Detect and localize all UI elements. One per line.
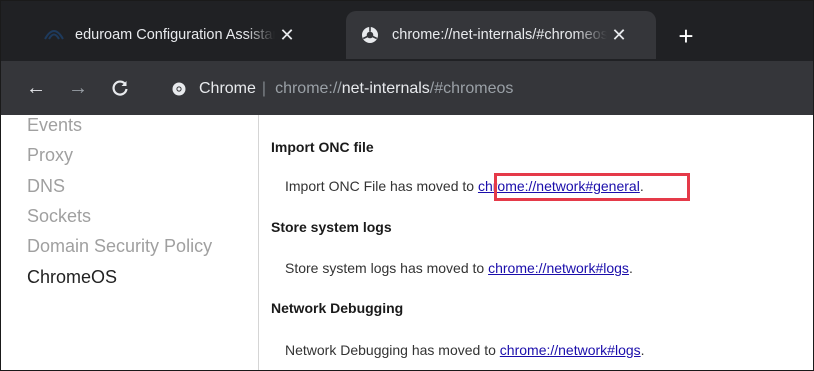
toolbar: ← → Chrome | chrome:// net-internals /#c… <box>1 61 813 115</box>
close-icon[interactable]: ✕ <box>607 23 631 47</box>
tab-net-internals[interactable]: chrome://net-internals/#chromeos ✕ <box>346 11 656 59</box>
sentence-end: . <box>628 260 633 276</box>
url-path: /#chromeos <box>429 80 514 97</box>
tab-title: eduroam Configuration Assistant Tool <box>75 27 275 43</box>
back-arrow-icon[interactable]: ← <box>21 73 51 103</box>
new-tab-button[interactable]: + <box>671 21 701 51</box>
page-chip-label: Chrome <box>199 80 256 97</box>
close-icon[interactable]: ✕ <box>275 23 299 47</box>
browser-window: eduroam Configuration Assistant Tool ✕ c… <box>0 0 814 371</box>
sidebar-item-dns[interactable]: DNS <box>27 176 65 197</box>
section-heading-network-debugging: Network Debugging <box>271 300 404 316</box>
tab-eduroam[interactable]: eduroam Configuration Assistant Tool ✕ <box>39 11 339 59</box>
section-heading-import-onc: Import ONC file <box>271 139 374 155</box>
section-text-store-logs: Store system logs has moved to chrome://… <box>285 260 633 276</box>
section-heading-store-logs: Store system logs <box>271 219 392 235</box>
section-description: Import ONC File has moved to <box>285 178 478 194</box>
section-text-network-debugging: Network Debugging has moved to chrome://… <box>285 342 645 358</box>
globe-icon <box>360 25 380 45</box>
link-network-general[interactable]: chrome://network#general <box>478 178 640 194</box>
sidebar: Events Proxy DNS Sockets Domain Security… <box>1 115 259 370</box>
section-description: Network Debugging has moved to <box>285 342 500 358</box>
sidebar-item-sockets[interactable]: Sockets <box>27 206 91 227</box>
section-text-import-onc: Import ONC File has moved to chrome://ne… <box>285 178 644 194</box>
forward-arrow-icon[interactable]: → <box>63 73 93 103</box>
omnibox-separator: | <box>261 80 267 97</box>
sentence-end: . <box>640 342 645 358</box>
main-content: Import ONC file Import ONC File has move… <box>259 115 813 370</box>
url-host: net-internals <box>341 80 430 97</box>
address-bar[interactable]: Chrome | chrome:// net-internals /#chrom… <box>161 73 801 105</box>
sentence-end: . <box>639 178 644 194</box>
tab-title: chrome://net-internals/#chromeos <box>392 27 607 43</box>
sidebar-item-domain-security-policy[interactable]: Domain Security Policy <box>27 236 212 257</box>
sidebar-item-proxy[interactable]: Proxy <box>27 145 73 166</box>
chrome-logo-icon <box>169 79 189 99</box>
section-description: Store system logs has moved to <box>285 260 489 276</box>
sidebar-item-events[interactable]: Events <box>27 115 82 136</box>
link-network-logs-debugging[interactable]: chrome://network#logs <box>500 342 641 358</box>
link-network-logs[interactable]: chrome://network#logs <box>488 260 629 276</box>
sidebar-item-chromeos[interactable]: ChromeOS <box>27 267 117 288</box>
url-scheme: chrome:// <box>275 80 342 97</box>
reload-icon[interactable] <box>105 73 135 103</box>
tab-strip: eduroam Configuration Assistant Tool ✕ c… <box>1 1 813 61</box>
